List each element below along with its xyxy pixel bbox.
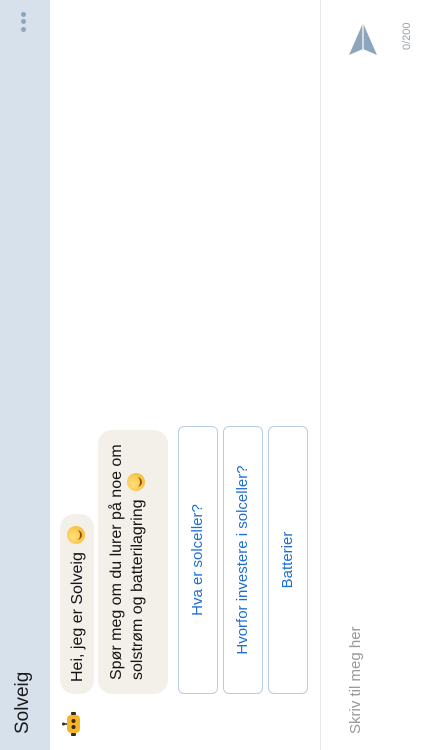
message-list: Hei, jeg er Solveig Spør meg om du lurer… xyxy=(50,0,320,750)
message-text: Hei, jeg er Solveig xyxy=(69,552,86,682)
bot-message: Hei, jeg er Solveig xyxy=(60,514,94,694)
menu-dot xyxy=(20,12,26,17)
bot-message: Spør meg om du lurer på noe om solstrøm … xyxy=(98,430,168,694)
smiling-face-icon xyxy=(127,473,145,492)
send-icon[interactable] xyxy=(347,21,379,57)
quick-reply-button[interactable]: Hvorfor investere i solceller? xyxy=(223,426,263,694)
more-dots-icon[interactable] xyxy=(14,12,32,32)
menu-dot xyxy=(20,27,26,32)
chat-header: Solveig xyxy=(0,0,50,750)
smiling-face-icon xyxy=(67,525,85,544)
chat-title: Solveig xyxy=(12,671,33,734)
composer: 0/200 xyxy=(320,0,422,750)
character-counter: 0/200 xyxy=(401,22,413,50)
menu-dot xyxy=(20,19,26,25)
quick-reply-button[interactable]: Batterier xyxy=(268,426,308,694)
quick-reply-button[interactable]: Hva er solceller? xyxy=(178,426,218,694)
chat-app: Solveig Hei, jeg er Solveig Spør meg om … xyxy=(0,0,422,750)
bot-avatar-icon xyxy=(62,712,80,736)
message-input[interactable] xyxy=(339,172,371,736)
